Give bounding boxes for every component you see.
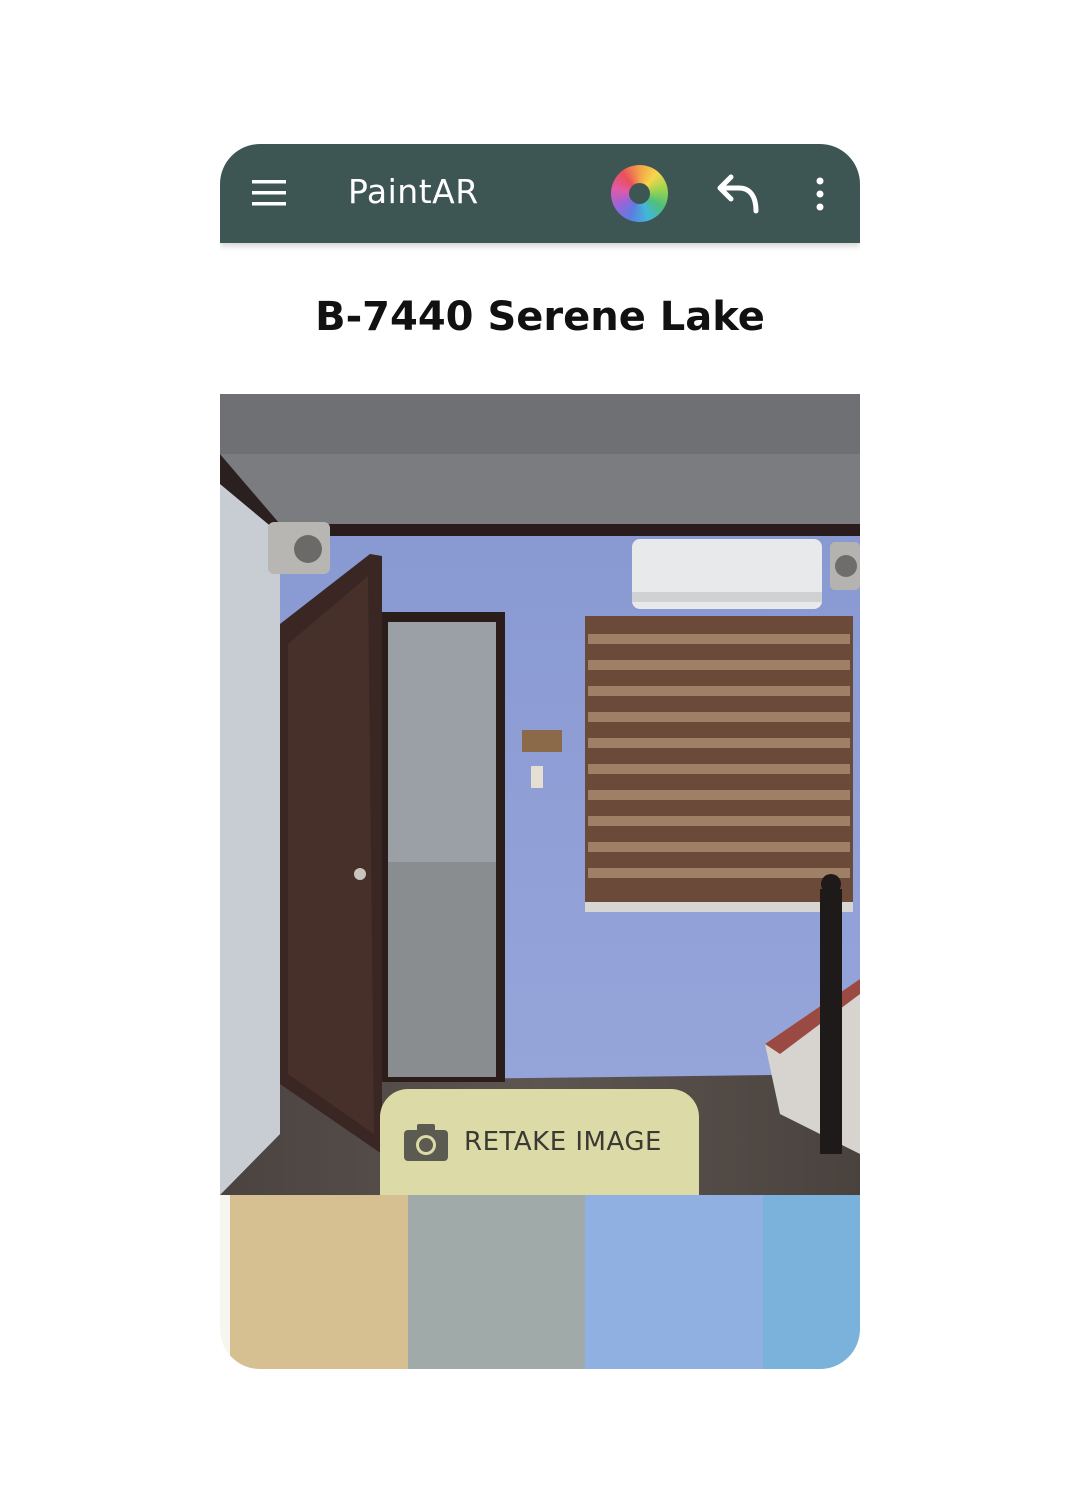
color-swatch-row bbox=[220, 1195, 860, 1369]
hamburger-menu-icon[interactable] bbox=[252, 180, 286, 206]
undo-arrow-icon[interactable] bbox=[717, 171, 761, 215]
color-wheel-icon[interactable] bbox=[611, 165, 668, 222]
app-title: PaintAR bbox=[348, 172, 479, 211]
retake-image-label: RETAKE IMAGE bbox=[464, 1127, 662, 1157]
app-bar: PaintAR bbox=[220, 144, 860, 243]
swatch-row-edge bbox=[220, 1195, 230, 1369]
color-swatch[interactable] bbox=[408, 1195, 585, 1369]
retake-image-button[interactable]: RETAKE IMAGE bbox=[380, 1089, 699, 1195]
room-preview-image bbox=[220, 394, 860, 1195]
app-screen: PaintAR B-7440 Serene Lake RETAKE IMAGE bbox=[220, 144, 860, 1369]
color-name-title: B-7440 Serene Lake bbox=[315, 294, 765, 340]
camera-icon bbox=[404, 1124, 448, 1161]
color-swatch[interactable] bbox=[585, 1195, 763, 1369]
more-vertical-icon[interactable] bbox=[808, 176, 832, 212]
color-swatch[interactable] bbox=[763, 1195, 860, 1369]
color-swatch[interactable] bbox=[230, 1195, 408, 1369]
